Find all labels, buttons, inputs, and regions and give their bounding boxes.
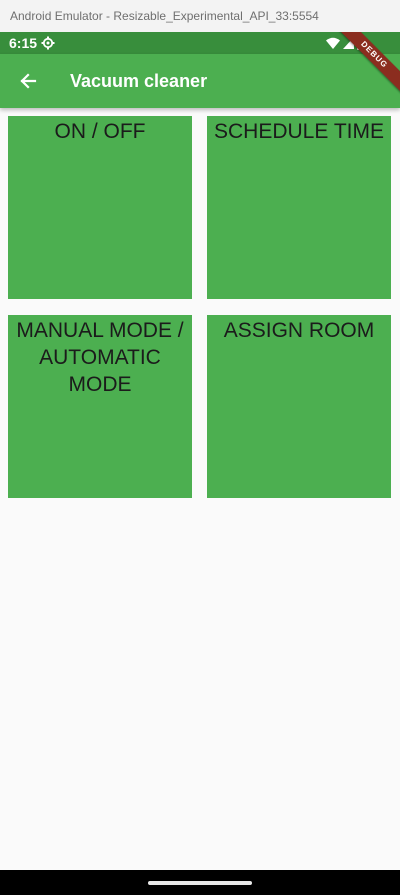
arrow-back-icon: [20, 73, 37, 89]
tile-label: MANUAL MODE / AUTOMATIC MODE: [16, 319, 184, 396]
tile-label: ON / OFF: [54, 120, 146, 143]
mode-tile[interactable]: MANUAL MODE / AUTOMATIC MODE: [8, 315, 192, 498]
back-button[interactable]: [12, 65, 44, 97]
system-nav-bar: [0, 870, 400, 895]
assign-room-tile[interactable]: ASSIGN ROOM: [207, 315, 391, 498]
window-title: Android Emulator - Resizable_Experimenta…: [10, 9, 319, 23]
tile-label: ASSIGN ROOM: [223, 319, 375, 342]
status-time: 6:15: [9, 35, 38, 51]
page-title: Vacuum cleaner: [70, 71, 208, 91]
app-bar: Vacuum cleaner: [0, 54, 400, 108]
wifi-icon: [326, 37, 340, 49]
schedule-time-tile[interactable]: SCHEDULE TIME: [207, 116, 391, 299]
window-titlebar[interactable]: Android Emulator - Resizable_Experimenta…: [0, 0, 400, 33]
home-gesture-handle[interactable]: [148, 881, 252, 885]
emulator-window: Android Emulator - Resizable_Experimenta…: [0, 0, 400, 895]
on-off-tile[interactable]: ON / OFF: [8, 116, 192, 299]
settings-icon: [41, 36, 55, 50]
device-screen: 6:15 Vacuum cleaner DEBUG ON / OFF SCHED…: [0, 32, 400, 895]
tile-label: SCHEDULE TIME: [214, 120, 384, 143]
status-bar: 6:15: [0, 32, 400, 54]
